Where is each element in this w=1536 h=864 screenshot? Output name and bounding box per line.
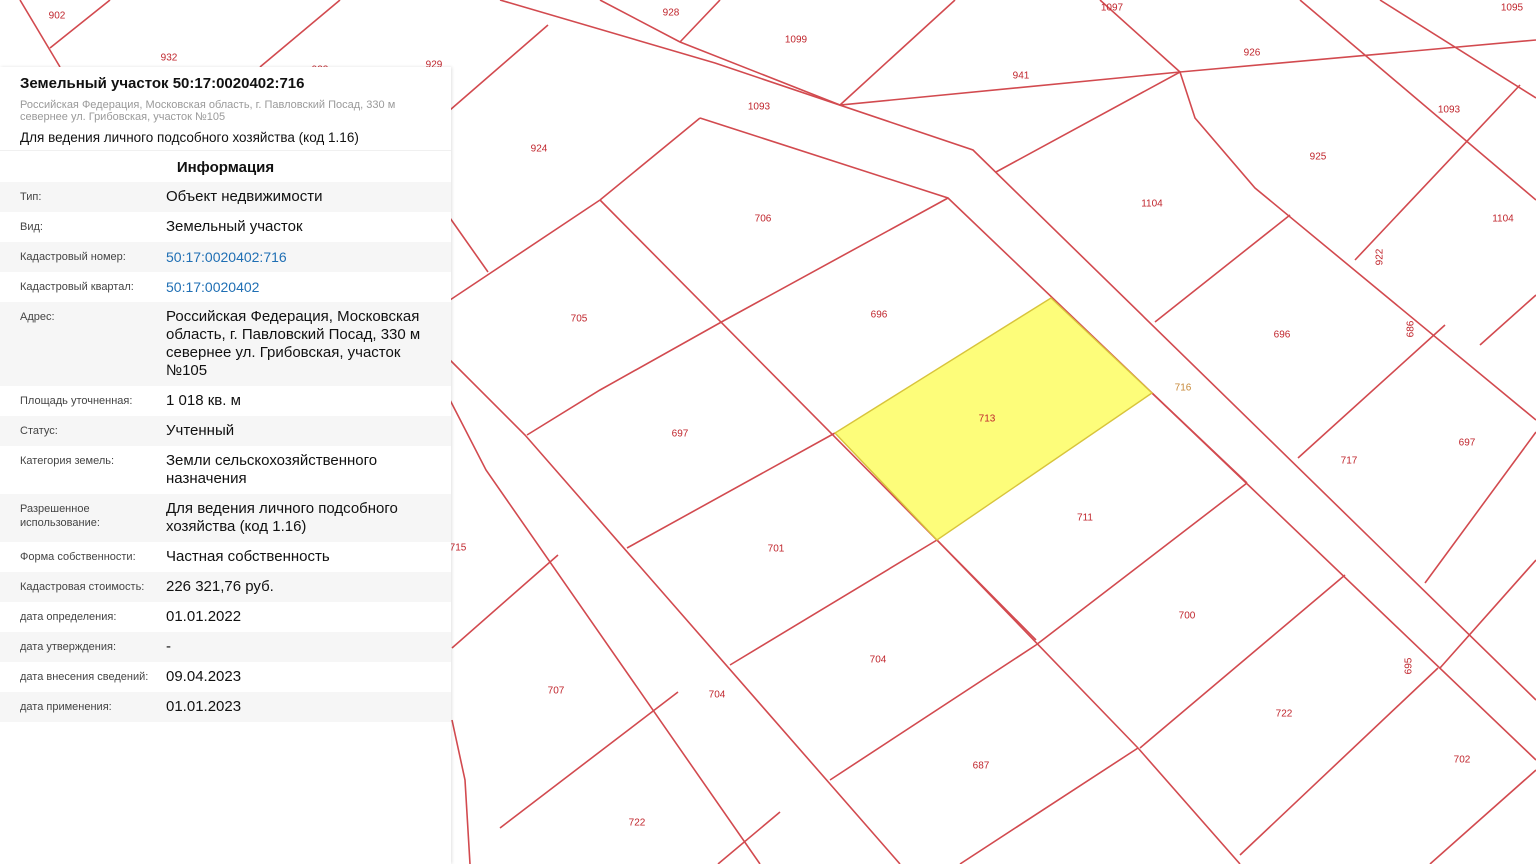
info-value: 09.04.2023 [166, 668, 242, 685]
parcel-number-label: 702 [1454, 755, 1471, 766]
info-value: Земельный участок [166, 218, 303, 235]
info-value: Учтенный [166, 422, 235, 439]
parcel-number-label: 716 [1175, 383, 1192, 394]
parcel-number-label: 1104 [1141, 199, 1163, 210]
info-row-permitted-use: Разрешенное использование: Для ведения ли… [0, 494, 451, 542]
info-key: Категория земель: [20, 455, 115, 467]
parcel-address: Российская Федерация, Московская область… [20, 99, 396, 123]
info-row-cadastral-value: Кадастровая стоимость: 226 321,76 руб. [0, 572, 451, 602]
parcel-number-label: 696 [871, 310, 888, 321]
info-row-land-category: Категория земель: Земли сельскохозяйствен… [0, 446, 451, 494]
parcel-number-label: 715 [450, 543, 467, 554]
info-row-status: Статус: Учтенный [0, 416, 451, 446]
info-row-cadastral-quarter: Кадастровый квартал: 50:17:0020402 [0, 272, 451, 302]
parcel-number-label: 926 [1244, 48, 1261, 59]
info-row-address: Адрес: Российская Федерация, Московская о… [0, 302, 451, 386]
info-key: Форма собственности: [20, 551, 136, 563]
parcel-number-label: 1097 [1101, 3, 1124, 14]
info-section-title: Информация [0, 150, 451, 182]
parcel-number-label: 928 [663, 8, 680, 19]
parcel-number-label: 696 [1274, 330, 1291, 341]
info-value: 1 018 кв. м [166, 392, 241, 409]
parcel-number-label: 1099 [785, 35, 808, 46]
panel-header: Земельный участок 50:17:0020402:716 Росс… [0, 67, 451, 150]
parcel-number-label: 924 [531, 144, 548, 155]
cadastral-number-link[interactable]: 50:17:0020402:716 [166, 242, 451, 272]
info-row-type: Тип: Объект недвижимости [0, 182, 451, 212]
parcel-title: Земельный участок 50:17:0020402:716 [20, 75, 305, 92]
parcel-number-label: 707 [548, 686, 565, 697]
info-row-kind: Вид: Земельный участок [0, 212, 451, 242]
info-key: Кадастровый квартал: [20, 281, 134, 293]
parcel-use: Для ведения личного подсобного хозяйства… [20, 130, 359, 145]
parcel-number-label: 697 [1459, 438, 1476, 449]
info-row-date-approval: дата утверждения: - [0, 632, 451, 662]
info-row-ownership: Форма собственности: Частная собственност… [0, 542, 451, 572]
info-key: Адрес: [20, 311, 55, 323]
info-key: Кадастровая стоимость: [20, 581, 145, 593]
parcel-number-label: 932 [161, 53, 178, 64]
info-value: 226 321,76 руб. [166, 578, 274, 595]
info-key: дата определения: [20, 611, 117, 623]
info-value: Российская Федерация, Московская область… [166, 308, 421, 379]
info-table: Тип: Объект недвижимости Вид: Земельный уч… [0, 182, 451, 722]
parcel-number-label: 941 [1013, 71, 1030, 82]
parcel-number-label: 1104 [1492, 214, 1514, 225]
parcel-info-panel: Земельный участок 50:17:0020402:716 Росс… [0, 67, 451, 864]
cadastral-quarter-link[interactable]: 50:17:0020402 [166, 272, 451, 302]
info-value: Для ведения личного подсобного хозяйства… [166, 500, 398, 535]
info-value: 01.01.2023 [166, 698, 242, 715]
parcel-number-label: 697 [672, 429, 689, 440]
parcel-number-label: 687 [973, 761, 990, 772]
info-row-area: Площадь уточненная: 1 018 кв. м [0, 386, 451, 416]
info-row-date-determination: дата определения: 01.01.2022 [0, 602, 451, 632]
parcel-number-label: 704 [870, 655, 887, 666]
parcel-number-label: 722 [1276, 709, 1293, 720]
info-key: Кадастровый номер: [20, 251, 126, 263]
parcel-number-label: 717 [1341, 456, 1358, 467]
parcel-number-label: 706 [755, 214, 772, 225]
parcel-number-label: 922 [1375, 248, 1386, 265]
parcel-number-label: 695 [1404, 657, 1415, 674]
parcel-number-label: 722 [629, 818, 646, 829]
info-value: Частная собственность [166, 548, 330, 565]
parcel-number-label: 1093 [1438, 105, 1461, 116]
parcel-number-label: 1093 [748, 102, 771, 113]
info-key: Разрешенное использование: [20, 503, 100, 529]
info-key: дата внесения сведений: [20, 671, 149, 683]
info-row-cadastral-number: Кадастровый номер: 50:17:0020402:716 [0, 242, 451, 272]
parcel-number-label: 704 [709, 690, 726, 701]
parcel-number-label: 705 [571, 314, 588, 325]
info-key: Вид: [20, 221, 43, 233]
info-row-date-entry: дата внесения сведений: 09.04.2023 [0, 662, 451, 692]
parcel-number-label: 686 [1406, 320, 1417, 337]
parcel-number-label: 700 [1179, 611, 1196, 622]
info-value: 01.01.2022 [166, 608, 242, 625]
info-row-date-application: дата применения: 01.01.2023 [0, 692, 451, 722]
parcel-number-label: 902 [49, 11, 66, 22]
parcel-number-label: 701 [768, 544, 785, 555]
info-value: Объект недвижимости [166, 188, 323, 205]
parcel-number-label: 711 [1077, 513, 1093, 524]
parcel-number-label: 925 [1310, 152, 1327, 163]
info-value: Земли сельскохозяйственного назначения [166, 452, 378, 487]
info-key: дата применения: [20, 701, 112, 713]
info-key: Тип: [20, 191, 42, 203]
info-key: дата утверждения: [20, 641, 117, 653]
parcel-number-label: 1095 [1501, 3, 1524, 14]
info-key: Площадь уточненная: [20, 395, 133, 407]
info-key: Статус: [20, 425, 58, 437]
parcel-number-label: 713 [979, 414, 996, 425]
info-value: - [166, 638, 171, 655]
